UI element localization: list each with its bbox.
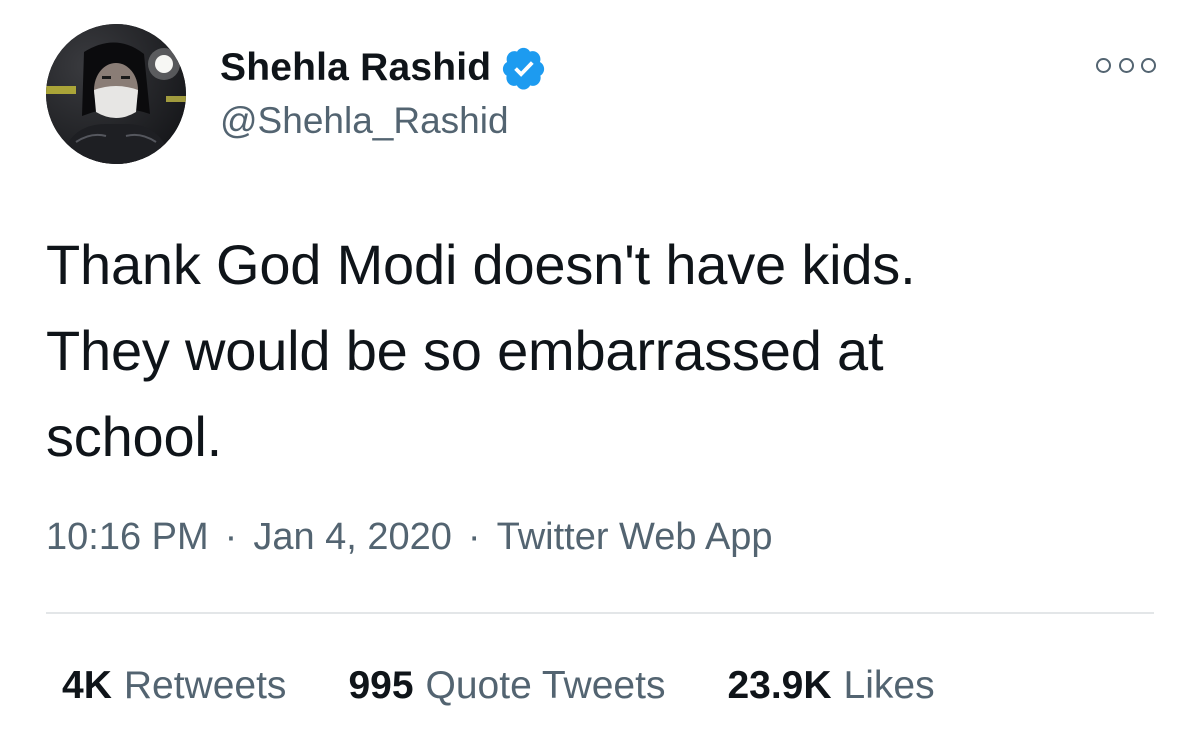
quote-tweets-stat[interactable]: 995 Quote Tweets <box>348 664 665 708</box>
verified-badge-icon <box>503 47 545 90</box>
tweet-stats: 4K Retweets 995 Quote Tweets 23.9K Likes <box>62 664 935 708</box>
likes-label: Likes <box>843 664 935 707</box>
more-dot <box>1118 57 1134 73</box>
more-dot <box>1141 57 1156 73</box>
retweets-stat[interactable]: 4K Retweets <box>62 664 286 708</box>
author-handle[interactable]: @Shehla_Rashid <box>220 100 509 142</box>
author-display-name[interactable]: Shehla Rashid <box>220 46 491 90</box>
quote-tweets-label: Quote Tweets <box>425 664 666 707</box>
tweet-text: Thank God Modi doesn't have kids. They w… <box>46 233 916 468</box>
meta-separator: · <box>467 516 481 558</box>
avatar-photo <box>46 24 186 164</box>
divider <box>46 612 1154 614</box>
more-options-icon[interactable] <box>1096 50 1156 80</box>
retweets-label: Retweets <box>123 664 287 707</box>
author-name-row: Shehla Rashid <box>220 42 547 94</box>
likes-stat[interactable]: 23.9K Likes <box>727 664 934 708</box>
tweet-date[interactable]: Jan 4, 2020 <box>253 516 452 559</box>
tweet-time[interactable]: 10:16 PM <box>46 516 209 559</box>
retweets-count: 4K <box>62 664 112 707</box>
tweet-metadata: 10:16 PM · Jan 4, 2020 · Twitter Web App <box>46 516 773 559</box>
tweet-source-link[interactable]: Twitter Web App <box>497 516 773 559</box>
likes-count: 23.9K <box>727 664 832 707</box>
quote-tweets-count: 995 <box>348 664 414 707</box>
more-dot <box>1096 57 1111 73</box>
tweet-card: Shehla Rashid @Shehla_Rashid Thank God M… <box>0 0 1200 756</box>
avatar[interactable] <box>46 24 186 164</box>
meta-separator: · <box>224 516 238 558</box>
